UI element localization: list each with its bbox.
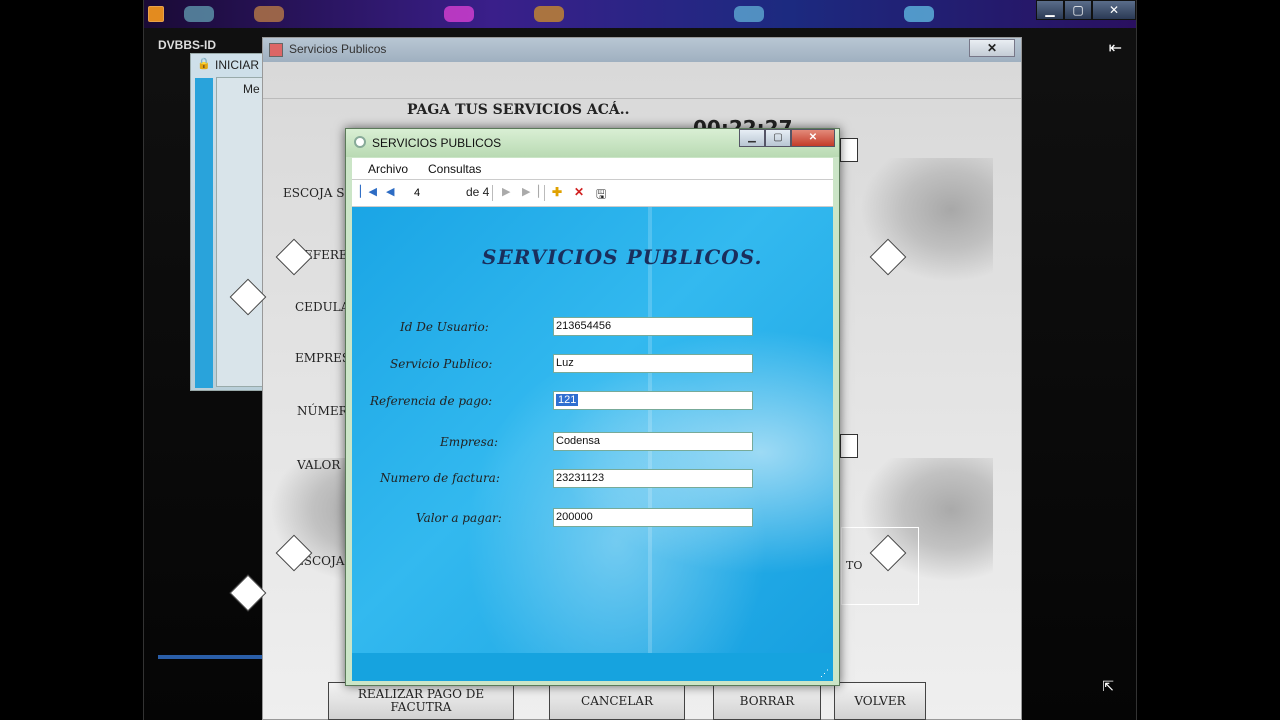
delete-icon[interactable]: ✕ xyxy=(574,185,584,199)
realizar-pago-button[interactable]: REALIZAR PAGO DE FACUTRA xyxy=(328,682,514,720)
save-icon[interactable]: 🖫 xyxy=(596,185,606,206)
dialog-minimize-button[interactable]: ▁ xyxy=(739,129,765,147)
checkbox[interactable] xyxy=(840,138,858,162)
silhouette-image xyxy=(853,158,993,288)
label-empresa: Empresa: xyxy=(440,435,499,449)
volver-button[interactable]: VOLVER xyxy=(834,682,926,720)
label-referencia-pago: Referencia de pago: xyxy=(370,394,493,408)
main-titlebar: Servicios Publicos ✕ xyxy=(263,38,1021,62)
referencia-pago-field[interactable]: 121 xyxy=(553,391,753,410)
cancelar-button[interactable]: CANCELAR xyxy=(549,682,685,720)
id-usuario-field[interactable]: 213654456 xyxy=(553,317,753,336)
me-title: Me xyxy=(243,82,260,96)
app-icon xyxy=(148,6,164,22)
last-record-icon[interactable]: ▶▕ xyxy=(522,185,539,198)
resize-grip-icon[interactable]: ⋰ xyxy=(820,668,829,679)
host-close-button[interactable]: ✕ xyxy=(1092,0,1136,20)
host-label: DVBBS-ID xyxy=(158,38,217,52)
selected-text: 121 xyxy=(556,394,579,406)
collapse-icon[interactable]: ⇤ xyxy=(1109,38,1122,58)
separator xyxy=(544,185,545,201)
menu-consultas[interactable]: Consultas xyxy=(428,162,481,176)
dialog-maximize-button[interactable]: ▢ xyxy=(765,129,791,147)
host-titlebar: ▁ ▢ ✕ xyxy=(144,0,1136,28)
menu-archivo[interactable]: Archivo xyxy=(368,162,408,176)
label-empresa: EMPRES xyxy=(295,351,351,365)
checkbox[interactable] xyxy=(840,434,858,458)
taskbar-icon xyxy=(444,6,474,22)
taskbar-icon xyxy=(184,6,214,22)
host-maximize-button[interactable]: ▢ xyxy=(1064,0,1092,20)
taskbar-icon xyxy=(254,6,284,22)
iniciar-side-panel xyxy=(195,78,213,388)
label-numero-factura: Numero de factura: xyxy=(380,471,500,485)
label-cedula: CEDULA xyxy=(295,300,350,314)
status-bar: ⋰ xyxy=(352,653,833,681)
label-id-usuario: Id De Usuario: xyxy=(400,320,489,334)
valor-pagar-field[interactable]: 200000 xyxy=(553,508,753,527)
expand-icon[interactable]: ⇱ xyxy=(1102,678,1114,695)
servicio-publico-field[interactable]: Luz xyxy=(553,354,753,373)
form-title: SERVICIOS PUBLICOS. xyxy=(482,245,763,269)
menu-bar: Archivo Consultas xyxy=(352,158,833,180)
taskbar-icon xyxy=(734,6,764,22)
window-icon xyxy=(269,43,283,57)
right-panel: TO xyxy=(841,527,919,605)
label-servicio-publico: Servicio Publico: xyxy=(390,357,493,371)
next-record-icon[interactable]: ▶ xyxy=(502,185,510,198)
lock-icon: 🔒 xyxy=(197,58,211,70)
separator xyxy=(492,185,493,201)
form-client-area: SERVICIOS PUBLICOS. Id De Usuario: 21365… xyxy=(352,207,833,653)
dialog-titlebar: SERVICIOS PUBLICOS ▁ ▢ ✕ xyxy=(346,129,839,157)
page-header: PAGA TUS SERVICIOS ACÁ.. xyxy=(407,102,630,118)
dialog-close-button[interactable]: ✕ xyxy=(791,129,835,147)
borrar-button[interactable]: BORRAR xyxy=(713,682,821,720)
record-count: de 4 xyxy=(466,185,490,199)
label-valor-pagar: Valor a pagar: xyxy=(416,511,502,525)
iniciar-title: INICIAR xyxy=(215,58,260,72)
label-numero: NÚMER xyxy=(297,404,348,418)
first-record-icon[interactable]: ▏◀ xyxy=(360,185,377,198)
dialog-title: SERVICIOS PUBLICOS xyxy=(372,136,502,150)
taskbar-icon xyxy=(904,6,934,22)
binding-navigator: ▏◀ ◀ 4 de 4 ▶ ▶▕ ✚ ✕ 🖫 xyxy=(352,180,833,207)
host-minimize-button[interactable]: ▁ xyxy=(1036,0,1064,20)
numero-factura-field[interactable]: 23231123 xyxy=(553,469,753,488)
right-panel-text: TO xyxy=(846,559,863,572)
decor-line xyxy=(648,207,652,653)
empresa-field[interactable]: Codensa xyxy=(553,432,753,451)
servicios-publicos-dialog: SERVICIOS PUBLICOS ▁ ▢ ✕ Archivo Consult… xyxy=(345,128,840,686)
label-escoja: ESCOJA SU xyxy=(283,186,355,200)
main-close-button[interactable]: ✕ xyxy=(969,39,1015,57)
previous-record-icon[interactable]: ◀ xyxy=(386,185,394,198)
position-input[interactable]: 4 xyxy=(410,184,450,202)
main-title: Servicios Publicos xyxy=(289,42,387,56)
taskbar-icon xyxy=(534,6,564,22)
divider xyxy=(263,98,1021,99)
add-icon[interactable]: ✚ xyxy=(552,185,562,199)
dialog-icon xyxy=(354,136,366,148)
label-valor: VALOR xyxy=(297,458,341,472)
diamond-option[interactable] xyxy=(275,238,313,276)
